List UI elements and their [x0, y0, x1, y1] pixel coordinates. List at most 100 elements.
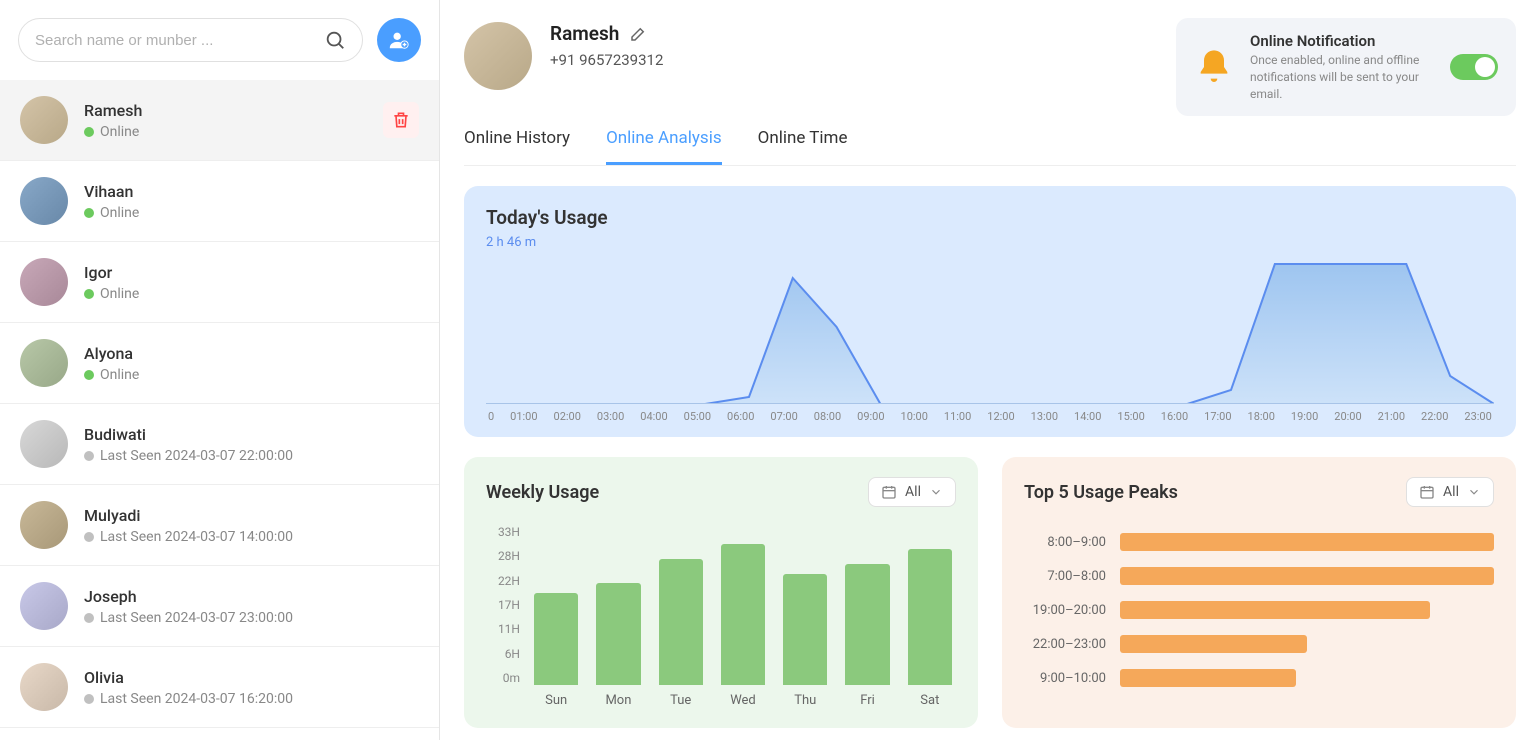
- add-contact-button[interactable]: [377, 18, 421, 62]
- weekly-bar: [659, 559, 703, 685]
- contact-name: Alyona: [84, 344, 419, 363]
- today-duration: 2 h 46 m: [486, 235, 1494, 250]
- notification-box: Online Notification Once enabled, online…: [1176, 18, 1516, 116]
- avatar: [20, 258, 68, 306]
- search-box[interactable]: [18, 18, 363, 62]
- tab-online-time[interactable]: Online Time: [758, 118, 848, 165]
- peaks-filter-dropdown[interactable]: All: [1406, 477, 1494, 507]
- contact-name: Igor: [84, 263, 419, 282]
- contact-status: Last Seen 2024-03-07 16:20:00: [84, 691, 419, 707]
- contact-status: Online: [84, 124, 367, 140]
- status-dot: [84, 370, 94, 380]
- weekly-usage-card: Weekly Usage All 33H28H22H17H11H6H0m Sun…: [464, 457, 978, 728]
- peaks-body: 8:00–9:00 7:00–8:00 19:00–20:00 22:00–23…: [1024, 525, 1494, 687]
- contact-name: Olivia: [84, 668, 419, 687]
- weekly-bar: [596, 583, 640, 685]
- contact-item[interactable]: Igor Online: [0, 242, 439, 323]
- peak-row: 7:00–8:00: [1024, 567, 1494, 585]
- status-dot: [84, 451, 94, 461]
- contact-name: Joseph: [84, 587, 419, 606]
- peak-label: 19:00–20:00: [1024, 603, 1106, 618]
- peak-bar: [1120, 533, 1494, 551]
- weekly-y-axis: 33H28H22H17H11H6H0m: [486, 525, 530, 685]
- calendar-icon: [881, 484, 897, 500]
- edit-icon[interactable]: [629, 25, 647, 43]
- notification-toggle[interactable]: [1450, 54, 1498, 80]
- weekly-bar: [908, 549, 952, 685]
- avatar: [20, 663, 68, 711]
- contact-item[interactable]: Alyona Online: [0, 323, 439, 404]
- contact-status: Online: [84, 286, 419, 302]
- peak-bar: [1120, 601, 1430, 619]
- contact-item[interactable]: Joseph Last Seen 2024-03-07 23:00:00: [0, 566, 439, 647]
- avatar: [20, 582, 68, 630]
- status-dot: [84, 532, 94, 542]
- peaks-title: Top 5 Usage Peaks: [1024, 482, 1178, 503]
- contact-name: Budiwati: [84, 425, 419, 444]
- status-dot: [84, 694, 94, 704]
- peak-label: 22:00–23:00: [1024, 637, 1106, 652]
- today-chart: [486, 254, 1494, 404]
- peak-bar: [1120, 635, 1307, 653]
- peak-row: 8:00–9:00: [1024, 533, 1494, 551]
- contact-status: Online: [84, 205, 419, 221]
- contact-item[interactable]: Budiwati Last Seen 2024-03-07 22:00:00: [0, 404, 439, 485]
- contact-list: Ramesh Online Vihaan Online Igor Online: [0, 80, 439, 740]
- avatar: [20, 339, 68, 387]
- contact-status: Last Seen 2024-03-07 23:00:00: [84, 610, 419, 626]
- weekly-filter-label: All: [905, 484, 921, 500]
- profile-name: Ramesh: [550, 22, 619, 45]
- weekly-bar: [783, 574, 827, 686]
- contact-item[interactable]: Vihaan Online: [0, 161, 439, 242]
- search-input[interactable]: [35, 32, 324, 49]
- weekly-bars: [530, 525, 956, 685]
- status-dot: [84, 289, 94, 299]
- peak-label: 7:00–8:00: [1024, 569, 1106, 584]
- avatar: [20, 177, 68, 225]
- tab-online-history[interactable]: Online History: [464, 118, 570, 165]
- weekly-filter-dropdown[interactable]: All: [868, 477, 956, 507]
- avatar: [20, 501, 68, 549]
- chevron-down-icon: [1467, 485, 1481, 499]
- sidebar: Ramesh Online Vihaan Online Igor Online: [0, 0, 440, 740]
- contact-status: Online: [84, 367, 419, 383]
- notification-desc: Once enabled, online and offline notific…: [1250, 52, 1434, 102]
- contact-name: Mulyadi: [84, 506, 419, 525]
- calendar-icon: [1419, 484, 1435, 500]
- avatar: [20, 420, 68, 468]
- contact-status: Last Seen 2024-03-07 14:00:00: [84, 529, 419, 545]
- peak-label: 9:00–10:00: [1024, 671, 1106, 686]
- contact-item[interactable]: Mulyadi Last Seen 2024-03-07 14:00:00: [0, 485, 439, 566]
- avatar: [20, 96, 68, 144]
- weekly-title: Weekly Usage: [486, 482, 599, 503]
- peak-row: 19:00–20:00: [1024, 601, 1494, 619]
- weekly-bar: [534, 593, 578, 685]
- peaks-filter-label: All: [1443, 484, 1459, 500]
- profile-avatar: [464, 22, 532, 90]
- bell-icon: [1194, 47, 1234, 87]
- search-icon: [324, 29, 346, 51]
- today-usage-card: Today's Usage 2 h 46 m 001:0002:0003:000…: [464, 186, 1516, 437]
- status-dot: [84, 613, 94, 623]
- contact-status: Last Seen 2024-03-07 22:00:00: [84, 448, 419, 464]
- notification-title: Online Notification: [1250, 32, 1434, 50]
- weekly-bar: [721, 544, 765, 685]
- tab-online-analysis[interactable]: Online Analysis: [606, 118, 722, 165]
- peak-row: 22:00–23:00: [1024, 635, 1494, 653]
- today-title: Today's Usage: [486, 206, 1494, 229]
- contact-item[interactable]: Ramesh Online: [0, 80, 439, 161]
- tabs: Online History Online Analysis Online Time: [464, 118, 1516, 166]
- delete-button[interactable]: [383, 102, 419, 138]
- contact-item[interactable]: Olivia Last Seen 2024-03-07 16:20:00: [0, 647, 439, 728]
- status-dot: [84, 208, 94, 218]
- peak-label: 8:00–9:00: [1024, 535, 1106, 550]
- contact-name: Vihaan: [84, 182, 419, 201]
- peaks-card: Top 5 Usage Peaks All 8:00–9:00 7:00–8:0…: [1002, 457, 1516, 728]
- peak-bar: [1120, 669, 1296, 687]
- status-dot: [84, 127, 94, 137]
- add-person-icon: [388, 29, 410, 51]
- peak-bar: [1120, 567, 1494, 585]
- chevron-down-icon: [929, 485, 943, 499]
- today-x-labels: 001:0002:0003:0004:0005:0006:0007:0008:0…: [486, 410, 1494, 423]
- trash-icon: [391, 110, 411, 130]
